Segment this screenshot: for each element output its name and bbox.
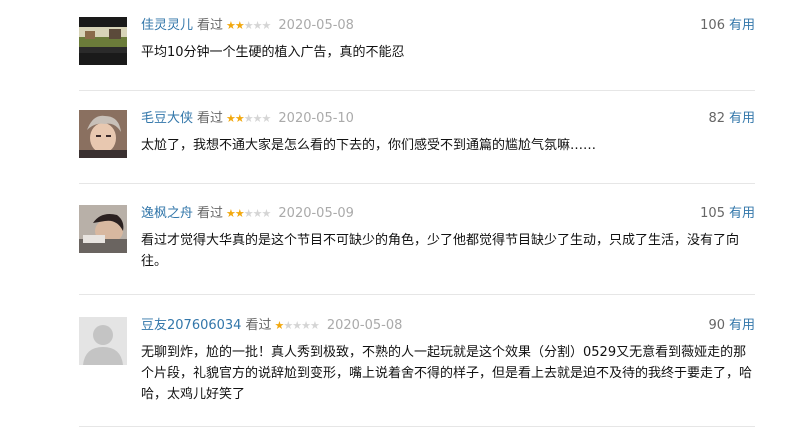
username-link[interactable]: 逸枫之舟 xyxy=(141,205,193,223)
star-empty-icon: ★ xyxy=(243,207,254,220)
star-empty-icon: ★ xyxy=(261,19,272,32)
review-text: 平均10分钟一个生硬的植入广告，真的不能忍 xyxy=(141,45,405,60)
review-item: 逸枫之舟 看过 ★ ★ ★ ★ ★ 2020-05-09 105 有用 看过才觉得大华真的… xyxy=(79,184,755,295)
star-empty-icon: ★ xyxy=(243,112,254,125)
review-date: 2020-05-10 xyxy=(278,111,354,126)
review-item: 毛豆大侠 看过 ★ ★ ★ ★ ★ 2020-05-10 82 有用 太尬了，我想不通大家… xyxy=(79,91,755,184)
star-empty-icon: ★ xyxy=(292,319,302,332)
username-link[interactable]: 毛豆大侠 xyxy=(141,110,193,128)
vote-count: 106 xyxy=(700,18,725,33)
star-empty-icon: ★ xyxy=(283,319,293,332)
username-link[interactable]: 佳灵灵儿 xyxy=(141,17,193,35)
star-filled-icon: ★ xyxy=(274,319,284,332)
avatar[interactable] xyxy=(79,205,127,253)
review-list: 佳灵灵儿 看过 ★ ★ ★ ★ ★ 2020-05-08 106 有用 平均10分钟一个生… xyxy=(79,0,755,427)
star-filled-icon: ★ xyxy=(226,19,236,32)
review-text: 无聊到炸，尬的一批！真人秀到极致，不熟的人一起玩就是这个效果（分割）0529又无… xyxy=(141,345,753,402)
watch-status: 看过 xyxy=(245,318,272,333)
rating-stars: ★ ★ ★ ★ ★ xyxy=(274,317,320,335)
username-link[interactable]: 豆友207606034 xyxy=(141,317,241,335)
review-text: 看过才觉得大华真的是这个节目不可缺少的角色，少了他都觉得节目缺少了生动，只成了生… xyxy=(141,233,740,269)
review-date: 2020-05-09 xyxy=(278,206,354,221)
star-empty-icon: ★ xyxy=(309,319,320,332)
avatar[interactable] xyxy=(79,110,127,158)
rating-stars: ★ ★ ★ ★ ★ xyxy=(226,17,272,35)
review-meta: 豆友207606034 看过 ★ ★ ★ ★ ★ 2020-05-08 xyxy=(141,317,402,335)
vote-count: 105 xyxy=(700,206,725,221)
rating-stars: ★ ★ ★ ★ ★ xyxy=(226,110,272,128)
vote-area: 106 有用 xyxy=(700,17,755,35)
avatar[interactable] xyxy=(79,17,127,65)
star-filled-icon: ★ xyxy=(226,207,236,220)
star-filled-icon: ★ xyxy=(226,112,236,125)
star-filled-icon: ★ xyxy=(234,207,245,220)
review-date: 2020-05-08 xyxy=(278,18,354,33)
watch-status: 看过 xyxy=(197,111,224,126)
star-filled-icon: ★ xyxy=(234,112,245,125)
useful-button[interactable]: 有用 xyxy=(729,111,755,126)
avatar[interactable] xyxy=(79,317,127,365)
useful-button[interactable]: 有用 xyxy=(729,18,755,33)
star-empty-icon: ★ xyxy=(301,319,311,332)
useful-button[interactable]: 有用 xyxy=(729,206,755,221)
rating-stars: ★ ★ ★ ★ ★ xyxy=(226,205,272,223)
star-empty-icon: ★ xyxy=(261,112,272,125)
star-empty-icon: ★ xyxy=(252,112,263,125)
review-item: 豆友207606034 看过 ★ ★ ★ ★ ★ 2020-05-08 90 有用 无聊到… xyxy=(79,295,755,427)
star-empty-icon: ★ xyxy=(252,207,263,220)
useful-button[interactable]: 有用 xyxy=(729,318,755,333)
star-empty-icon: ★ xyxy=(252,19,263,32)
vote-count: 90 xyxy=(708,318,725,333)
review-meta: 佳灵灵儿 看过 ★ ★ ★ ★ ★ 2020-05-08 xyxy=(141,17,354,35)
vote-area: 90 有用 xyxy=(708,317,755,335)
review-item: 佳灵灵儿 看过 ★ ★ ★ ★ ★ 2020-05-08 106 有用 平均10分钟一个生… xyxy=(79,0,755,91)
review-text: 太尬了，我想不通大家是怎么看的下去的，你们感受不到通篇的尴尬气氛嘛…… xyxy=(141,138,597,153)
review-meta: 毛豆大侠 看过 ★ ★ ★ ★ ★ 2020-05-10 xyxy=(141,110,354,128)
watch-status: 看过 xyxy=(197,206,224,221)
vote-count: 82 xyxy=(708,111,725,126)
vote-area: 105 有用 xyxy=(700,205,755,223)
star-filled-icon: ★ xyxy=(234,19,245,32)
watch-status: 看过 xyxy=(197,18,224,33)
vote-area: 82 有用 xyxy=(708,110,755,128)
review-meta: 逸枫之舟 看过 ★ ★ ★ ★ ★ 2020-05-09 xyxy=(141,205,354,223)
star-empty-icon: ★ xyxy=(261,207,272,220)
star-empty-icon: ★ xyxy=(243,19,254,32)
review-date: 2020-05-08 xyxy=(326,318,403,333)
